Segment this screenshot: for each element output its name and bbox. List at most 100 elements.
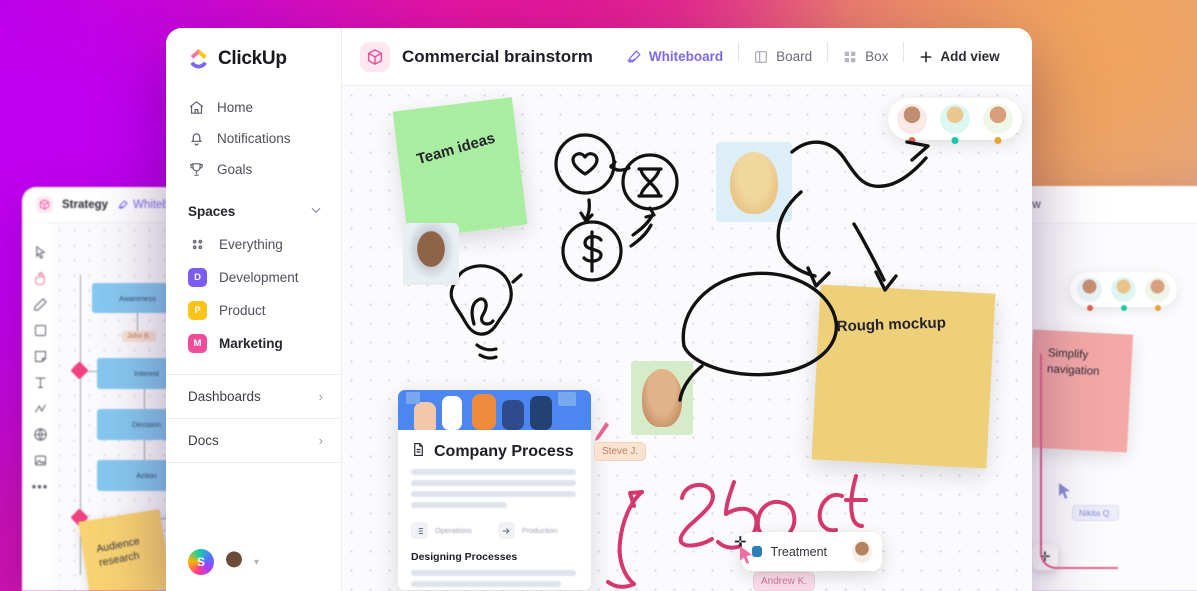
left-window-toolbar[interactable]: ••• <box>22 223 58 591</box>
sidebar-item-label: Goals <box>217 162 253 177</box>
document-card-chips[interactable]: Operations Production <box>398 513 591 545</box>
sidebar-item-marketing[interactable]: M Marketing <box>166 327 341 360</box>
treatment-card-label: Treatment <box>770 544 828 559</box>
chevron-down-icon[interactable]: ▾ <box>254 557 259 568</box>
main-window[interactable]: ClickUp Home Notifications Goals Spaces <box>166 28 1032 591</box>
document-card[interactable]: Company Process Operations Production De… <box>398 390 591 590</box>
sticky-note-label: Team ideas <box>414 129 498 169</box>
grid-dots-icon <box>188 235 207 254</box>
cube-icon <box>36 196 53 213</box>
sticky-note-team-ideas[interactable]: Team ideas <box>392 97 528 239</box>
sidebar-item-label: Product <box>219 303 266 318</box>
sidebar-item-product[interactable]: P Product <box>166 294 341 327</box>
presence-dot <box>1154 305 1161 311</box>
whiteboard-canvas[interactable]: Team ideas Rough mockup Company Process … <box>342 86 1032 591</box>
image-icon[interactable] <box>33 453 48 468</box>
pen-icon[interactable] <box>33 297 48 312</box>
photo-cutout-person-left[interactable] <box>403 223 459 285</box>
document-card-section-title: Designing Processes <box>411 551 518 563</box>
app-logo[interactable]: ClickUp <box>166 28 341 88</box>
clickup-logo-icon <box>188 48 210 70</box>
board-header[interactable]: Commercial brainstorm Whiteboard Board B… <box>342 28 1032 86</box>
document-body-line <box>411 480 576 486</box>
sidebar-user-bar[interactable]: S ▾ <box>166 535 341 591</box>
add-view-button[interactable]: Add view <box>903 41 1014 65</box>
chevron-down-icon[interactable] <box>309 203 323 220</box>
flow-node-diamond[interactable] <box>70 361 89 380</box>
chip-operations[interactable]: Operations <box>411 522 472 539</box>
arrow-doodles <box>678 140 930 402</box>
chevron-right-icon[interactable]: › <box>319 389 323 404</box>
tab-board[interactable]: Board <box>738 41 827 65</box>
workspace-avatar[interactable]: S <box>188 549 214 575</box>
sidebar-item-development[interactable]: D Development <box>166 261 341 294</box>
space-badge: P <box>188 301 207 320</box>
sidebar-item-notifications[interactable]: Notifications <box>166 123 341 154</box>
right-window-header: ew <box>1018 186 1197 224</box>
pink-connector <box>1040 354 1118 569</box>
sidebar-item-label: Development <box>219 270 299 285</box>
sidebar-item-label: Docs <box>188 433 219 448</box>
chevron-right-icon[interactable]: › <box>319 433 323 448</box>
hand-icon[interactable] <box>33 271 48 286</box>
sticky-icon[interactable] <box>33 349 48 364</box>
left-sticky-note-text: Audience research <box>95 535 141 570</box>
chip-label: Production <box>521 526 558 535</box>
tab-box[interactable]: Box <box>827 41 903 65</box>
chip-label: Operations <box>435 526 472 535</box>
cursor-icon[interactable] <box>33 245 48 260</box>
avatar[interactable] <box>1111 277 1136 311</box>
sidebar-item-goals[interactable]: Goals <box>166 154 341 185</box>
remote-cursor-icon <box>740 546 752 564</box>
document-body-line <box>411 469 576 475</box>
avatar[interactable] <box>852 540 872 563</box>
user-avatar[interactable] <box>221 549 247 575</box>
user-tag-steve: Steve J. <box>594 442 647 461</box>
spaces-list[interactable]: Everything D Development P Product M Mar… <box>166 228 341 360</box>
spaces-header-label: Spaces <box>188 204 236 219</box>
right-background-window[interactable]: ew Simplify navigation ✛ Nikita Q. <box>1018 186 1197 591</box>
right-window-canvas[interactable]: Simplify navigation ✛ Nikita Q. <box>1018 224 1197 591</box>
flow-box-label: Awareness <box>119 293 156 303</box>
sidebar-item-label: Notifications <box>217 131 291 146</box>
space-badge: M <box>188 334 207 353</box>
flow-box-label: Interest <box>133 369 159 378</box>
document-card-hero-image <box>398 390 591 430</box>
remote-cursor-icon <box>1059 483 1070 499</box>
sidebar-item-label: Marketing <box>219 336 283 351</box>
globe-icon[interactable] <box>33 427 48 442</box>
sidebar-item-everything[interactable]: Everything <box>166 228 341 261</box>
chip-production[interactable]: Production <box>497 522 558 539</box>
document-body-line <box>411 491 576 497</box>
flow-connector <box>144 389 146 409</box>
main-content[interactable]: Commercial brainstorm Whiteboard Board B… <box>342 28 1032 591</box>
connector-icon[interactable] <box>33 401 48 416</box>
more-icon[interactable]: ••• <box>32 479 48 494</box>
sidebar-item-docs[interactable]: Docs › <box>166 419 341 463</box>
avatar[interactable] <box>1077 277 1102 311</box>
avatar[interactable] <box>1145 277 1170 311</box>
text-icon[interactable] <box>33 375 48 390</box>
document-body-line <box>411 570 576 576</box>
document-card-title: Company Process <box>434 443 574 460</box>
spaces-header[interactable]: Spaces <box>166 185 341 228</box>
sidebar-item-home[interactable]: Home <box>166 92 341 123</box>
document-card-title-row: Company Process <box>398 430 591 464</box>
page-title: Commercial brainstorm <box>402 46 593 66</box>
flow-user-tag: John B. <box>122 331 156 342</box>
sidebar[interactable]: ClickUp Home Notifications Goals Spaces <box>166 28 342 591</box>
square-icon[interactable] <box>33 323 48 338</box>
flow-box-label: Decision <box>132 420 161 429</box>
sidebar-item-dashboards[interactable]: Dashboards › <box>166 375 341 419</box>
sidebar-item-label: Home <box>217 100 254 115</box>
sidebar-item-label: Everything <box>219 237 283 252</box>
trophy-icon <box>188 161 205 178</box>
sidebar-nav[interactable]: Home Notifications Goals <box>166 88 341 185</box>
remote-user-tag: Nikita Q. <box>1072 505 1119 521</box>
tab-whiteboard[interactable]: Whiteboard <box>611 49 738 65</box>
left-sticky-note[interactable]: Audience research <box>78 509 172 591</box>
treatment-card[interactable]: Treatment <box>742 532 882 571</box>
handwritten-date <box>606 474 868 589</box>
right-window-presence-avatars[interactable] <box>1070 272 1177 311</box>
view-tabs[interactable]: Whiteboard Board Box Add view <box>611 41 1015 65</box>
